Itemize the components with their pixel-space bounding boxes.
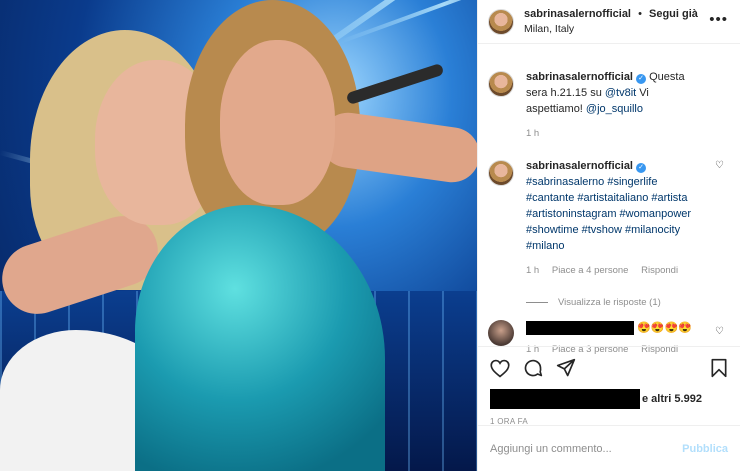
microphone — [345, 62, 445, 106]
likes-summary[interactable]: e altri 5.992 — [490, 389, 728, 409]
post-side-panel: sabrinasalernofficial • Segui già Milan,… — [477, 0, 740, 471]
commenter-avatar[interactable] — [488, 160, 514, 186]
replies-divider — [526, 302, 548, 303]
post-header: sabrinasalernofficial • Segui già Milan,… — [478, 0, 740, 44]
comment-input[interactable] — [490, 442, 683, 455]
hashtag-links[interactable]: #sabrinasalerno #singerlife #cantante #a… — [526, 176, 691, 252]
reply-button[interactable]: Rispondi — [641, 265, 678, 276]
comment-text: 😍😍😍😍 — [637, 322, 692, 334]
mention-link[interactable]: @jo_squillo — [586, 103, 643, 115]
like-heart-icon[interactable] — [490, 359, 510, 378]
comment-bubble-icon[interactable] — [523, 358, 543, 378]
comments-list: sabrinasalernofficial ✓ Questa sera h.21… — [478, 69, 740, 358]
verified-badge-icon: ✓ — [636, 163, 647, 173]
follow-button[interactable]: Segui già — [649, 8, 698, 20]
redacted-liker — [490, 389, 640, 409]
verified-badge-icon: ✓ — [636, 74, 647, 84]
caption-time: 1 h — [526, 128, 540, 139]
comment-item: sabrinasalernofficial ✓ #sabrinasalerno … — [488, 158, 730, 279]
caption: sabrinasalernofficial ✓ Questa sera h.21… — [488, 69, 730, 142]
author-avatar[interactable] — [488, 8, 514, 35]
separator-dot: • — [638, 7, 642, 20]
view-replies-label: Visualizza le risposte (1) — [558, 297, 661, 308]
add-comment-bar: Pubblica — [478, 425, 740, 471]
view-replies-button[interactable]: Visualizza le risposte (1) — [526, 297, 730, 308]
more-options-icon[interactable]: ••• — [709, 11, 728, 28]
post-view: sabrinasalernofficial • Segui già Milan,… — [0, 0, 740, 471]
publish-button[interactable]: Pubblica — [682, 443, 728, 455]
caption-meta: 1 h — [526, 126, 704, 142]
caption-body: sabrinasalernofficial ✓ Questa sera h.21… — [526, 69, 704, 142]
mention-link[interactable]: @tv8it — [605, 87, 636, 99]
caption-username[interactable]: sabrinasalernofficial — [526, 71, 633, 83]
comment-body: sabrinasalernofficial ✓ #sabrinasalerno … — [526, 158, 704, 279]
post-photo[interactable] — [0, 0, 477, 471]
like-comment-heart-icon[interactable]: ♡ — [715, 160, 724, 171]
comment-likes-link[interactable]: Piace a 4 persone — [552, 265, 629, 276]
woman-right-face — [220, 40, 335, 205]
woman-right-dress — [135, 205, 385, 471]
author-avatar[interactable] — [488, 71, 514, 97]
action-icons — [490, 357, 728, 379]
commenter-avatar[interactable] — [488, 320, 514, 346]
save-bookmark-icon[interactable] — [710, 358, 728, 378]
author-info: sabrinasalernofficial • Segui già Milan,… — [524, 7, 698, 37]
author-username[interactable]: sabrinasalernofficial — [524, 8, 631, 20]
share-paper-plane-icon[interactable] — [556, 358, 576, 378]
comment-username[interactable]: sabrinasalernofficial — [526, 160, 633, 172]
comment-time: 1 h — [526, 265, 540, 276]
like-comment-heart-icon[interactable]: ♡ — [715, 326, 724, 337]
redacted-username — [526, 321, 634, 336]
comment-meta: 1 h Piace a 4 persone Rispondi — [526, 263, 704, 279]
location-link[interactable]: Milan, Italy — [524, 22, 698, 37]
likes-count: e altri 5.992 — [642, 393, 702, 405]
